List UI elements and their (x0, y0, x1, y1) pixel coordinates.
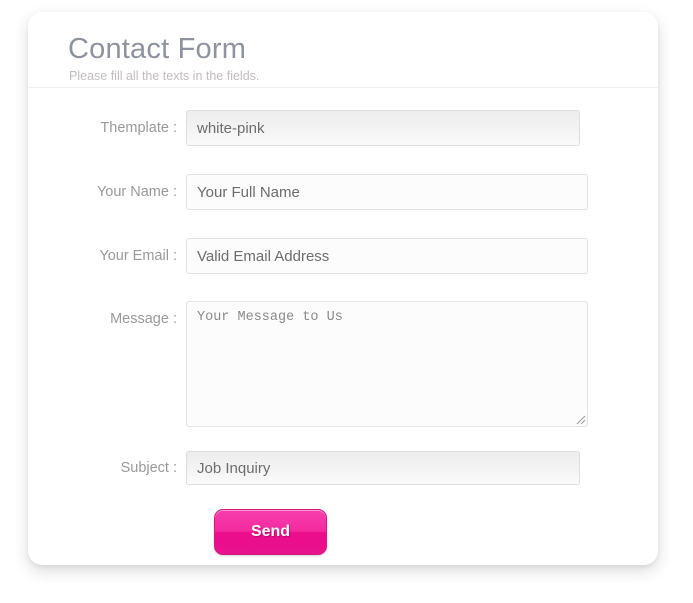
card-header: Contact Form Please fill all the texts i… (28, 12, 658, 88)
form-row-themplate: Themplate : (28, 110, 658, 146)
message-field-wrap (186, 301, 588, 427)
form-row-message: Message : (28, 301, 658, 427)
page-subtitle: Please fill all the texts in the fields. (69, 69, 260, 83)
label-message: Message : (110, 311, 177, 327)
contact-form-card: Contact Form Please fill all the texts i… (28, 12, 658, 565)
label-themplate: Themplate : (100, 120, 177, 136)
label-subject: Subject : (120, 460, 177, 476)
your-email-field-wrap (186, 238, 588, 274)
subject-input[interactable] (186, 451, 580, 485)
label-your-name: Your Name : (96, 184, 177, 200)
themplate-input[interactable] (186, 110, 580, 146)
your-name-input[interactable] (186, 174, 588, 210)
form-row-your-email: Your Email : (28, 238, 658, 274)
page-title: Contact Form (68, 33, 247, 65)
email-field[interactable] (186, 238, 588, 274)
send-button[interactable]: Send (214, 509, 327, 555)
message-textarea[interactable] (186, 301, 588, 427)
form-row-subject: Subject : (28, 451, 658, 485)
contact-form-page: Contact Form Please fill all the texts i… (0, 0, 693, 603)
subject-field-wrap (186, 451, 580, 485)
form-row-your-name: Your Name : (28, 174, 658, 210)
themplate-field-wrap (186, 110, 580, 146)
your-name-field-wrap (186, 174, 588, 210)
label-your-email: Your Email : (99, 248, 177, 264)
